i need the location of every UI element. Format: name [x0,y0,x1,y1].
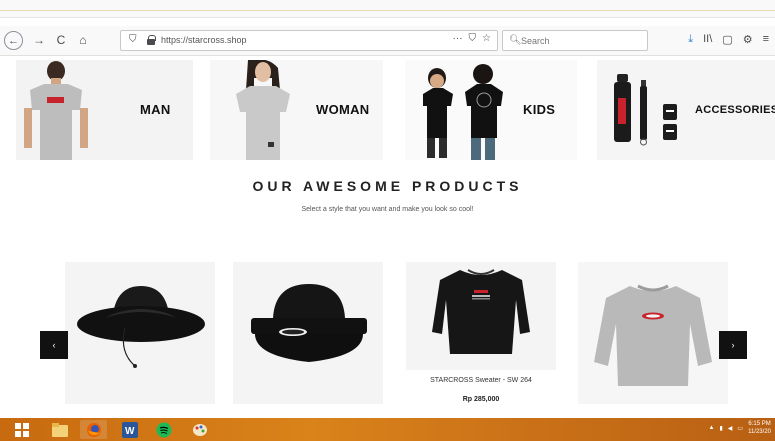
extension-icon[interactable]: ⚙ [743,33,753,46]
black-bucket-hat-logo-image [251,284,367,362]
category-kids[interactable]: KIDS [405,60,577,160]
category-woman[interactable]: WOMAN [210,59,383,160]
tray-arrow-icon[interactable]: ▲ [709,425,715,431]
forward-icon[interactable]: → [30,31,48,49]
network-icon[interactable]: ▮ [719,425,722,432]
taskbar: W ▲ ▮ ◀ ▭ 6:15 PM 11/23/20 [0,418,775,441]
product-card[interactable]: STARCROSS Sweater - SW 264 Rp 285,000 [406,262,556,404]
product-price: Rp 285,000 [462,396,500,403]
product-name[interactable]: STARCROSS Sweater - SW 264 [406,377,556,384]
product-card[interactable] [65,262,215,404]
pocket-icon[interactable]: ⛉ [469,33,477,44]
firefox-icon[interactable] [80,420,107,439]
black-sweater-image [432,269,530,354]
url-actions: ··· ⛉ ☆ [453,33,491,44]
tracking-shield-icon[interactable]: ⛉ [129,34,137,45]
volume-icon[interactable]: ◀ [728,425,733,432]
reload-icon[interactable]: C [52,31,70,49]
bookmark-star-icon[interactable]: ☆ [482,33,491,44]
browser-toolbar: ← → C ⌂ ⛉ https://starcross.shop ··· ⛉ ☆… [0,26,775,56]
tab-strip-line [0,10,775,11]
download-icon[interactable]: ⤓ [688,33,693,46]
category-label[interactable]: KIDS [523,102,555,117]
category-accessories[interactable]: ACCESSORIES [597,60,775,160]
category-row: MAN WOMAN KIDS ACCESSORIES [0,59,775,160]
file-explorer-icon[interactable] [46,420,73,439]
product-card[interactable] [578,262,728,404]
search-bar[interactable]: 🔍︎ [502,30,648,51]
home-icon[interactable]: ⌂ [74,31,92,49]
carousel-prev-button[interactable]: ‹ [40,331,68,359]
product-image-bg [406,262,556,370]
url-text[interactable]: https://starcross.shop [161,35,247,45]
word-icon[interactable]: W [116,420,143,439]
toolbar-right-icons: ⤓ II\ ▢ ⚙ ≡ [688,33,769,46]
browser-tab-strip [0,0,775,18]
product-card[interactable] [233,262,383,404]
grey-sweater-image [594,284,712,386]
category-man[interactable]: MAN [16,60,193,160]
category-label[interactable]: WOMAN [316,102,370,117]
search-input[interactable] [521,33,641,48]
section-subtitle: Select a style that you want and make yo… [301,206,474,213]
category-label[interactable]: MAN [140,102,171,117]
system-tray: ▲ ▮ ◀ ▭ 6:15 PM 11/23/20 [709,420,771,436]
library-icon[interactable]: II\ [703,33,712,46]
sidebar-icon[interactable]: ▢ [722,33,732,46]
svg-text:W: W [125,426,135,437]
carousel-next-button[interactable]: › [719,331,747,359]
section-title: OUR AWESOME PRODUCTS [252,178,523,194]
lock-icon[interactable] [147,35,156,45]
battery-icon[interactable]: ▭ [737,425,743,432]
clock[interactable]: 6:15 PM 11/23/20 [748,420,771,436]
paint-icon[interactable] [186,420,213,439]
menu-icon[interactable]: ≡ [763,33,769,46]
clock-date: 11/23/20 [748,429,771,435]
address-bar[interactable]: ⛉ https://starcross.shop ··· ⛉ ☆ [120,30,498,51]
clock-time: 6:15 PM [748,421,771,427]
spotify-icon[interactable] [150,420,177,439]
windows-start-icon[interactable] [8,420,35,439]
back-icon[interactable]: ← [4,31,23,50]
search-icon: 🔍︎ [509,35,522,46]
page-actions-icon[interactable]: ··· [453,33,463,44]
category-label[interactable]: ACCESSORIES [695,104,775,116]
black-bucket-hat-image [77,286,205,368]
